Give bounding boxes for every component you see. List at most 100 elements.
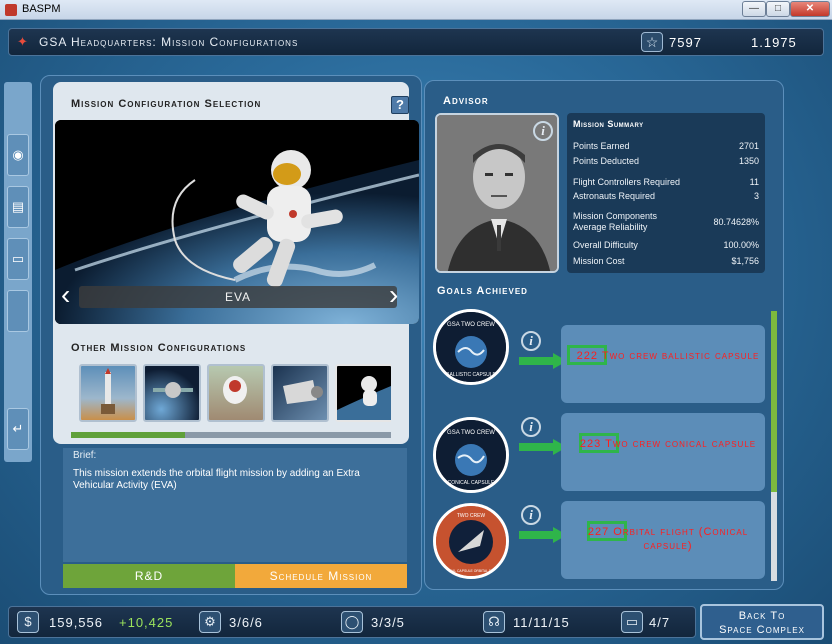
- money-value: 159,556: [49, 615, 103, 630]
- goal-arrow-icon: [519, 353, 567, 369]
- mission-config-panel: Mission Configuration Selection ? EVA ‹ …: [53, 82, 419, 444]
- other-configs-title: Other Mission Configurations: [71, 342, 247, 354]
- summary-row: Mission Cost $1,756: [573, 256, 759, 266]
- summary-row: Points Earned 2701: [573, 141, 759, 151]
- window-titlebar: BASPM — □ ✕: [0, 0, 832, 20]
- goal-text: 222 Two crew ballistic capsule: [575, 349, 761, 363]
- left-nav-strip: ◉ ▤ ▭ ↵: [4, 82, 32, 462]
- goal-number: 222: [576, 350, 599, 362]
- summary-value: 80.74628%: [713, 217, 759, 227]
- summary-row: Points Deducted 1350: [573, 156, 759, 166]
- return-icon[interactable]: ↵: [7, 408, 29, 450]
- advisor-frame: Advisor i Mission Summary Points Earned …: [424, 80, 784, 590]
- thumbnail-scroll-bar[interactable]: [71, 432, 391, 438]
- back-label-line2: Space Complex: [719, 624, 805, 636]
- info-icon[interactable]: i: [521, 331, 541, 351]
- capsule-docking-thumbnail[interactable]: [271, 364, 329, 422]
- summary-label: Overall Difficulty: [573, 240, 638, 250]
- badge-top-text: GSA TWO CREW: [447, 322, 495, 328]
- goal-number: 223: [579, 438, 602, 450]
- thumbnail-scroll-fill: [71, 432, 186, 438]
- thumbnail-row: [79, 364, 391, 426]
- info-icon[interactable]: i: [533, 121, 553, 141]
- summary-value: 2701: [738, 141, 759, 151]
- badge-bottom-text: CONICAL CAPSULE: [448, 480, 495, 486]
- goal-description: Two crew conical capsule: [605, 438, 757, 450]
- capsule-icon[interactable]: ◯: [341, 611, 363, 633]
- blank-tab-icon[interactable]: [7, 290, 29, 332]
- previous-arrow-icon[interactable]: ‹: [61, 281, 77, 310]
- brief-box: Brief: This mission extends the orbital …: [63, 448, 407, 562]
- gsa-logo-icon: ✦: [17, 34, 28, 49]
- goals-scroll-thumb[interactable]: [771, 311, 777, 492]
- document-icon[interactable]: ▤: [7, 186, 29, 228]
- help-button[interactable]: ?: [391, 96, 409, 114]
- summary-label: Flight Controllers Required: [573, 177, 681, 187]
- info-icon[interactable]: i: [521, 505, 541, 525]
- summary-row: Mission Components Average Reliability 8…: [573, 211, 759, 233]
- maximize-button[interactable]: □: [766, 1, 790, 17]
- satellite-thumbnail[interactable]: [143, 364, 201, 422]
- page-title: GSA Headquarters: Mission Configurations: [39, 35, 299, 49]
- goal-card[interactable]: 222 Two crew ballistic capsule: [561, 325, 765, 403]
- goal-badge-conical: GSA TWO CREW CONICAL CAPSULE: [433, 417, 509, 493]
- advisor-title: Advisor: [443, 95, 489, 107]
- goal-number: 227: [587, 526, 610, 538]
- headset-icon[interactable]: ☊: [483, 611, 505, 633]
- close-button[interactable]: ✕: [790, 1, 830, 17]
- rd-button[interactable]: R&D: [63, 564, 235, 588]
- goals-scrollbar[interactable]: [771, 311, 777, 581]
- game-area: ✦ GSA Headquarters: Mission Configuratio…: [0, 20, 832, 644]
- summary-value: 100.00%: [723, 240, 759, 250]
- game-date: 1.1975: [751, 35, 797, 50]
- folder-icon[interactable]: ▭: [621, 611, 643, 633]
- money-icon[interactable]: $: [17, 611, 39, 633]
- summary-label: Mission Cost: [573, 256, 625, 266]
- summary-row: Overall Difficulty 100.00%: [573, 240, 759, 250]
- advisor-portrait: i: [435, 113, 559, 273]
- rocket-launch-thumbnail[interactable]: [79, 364, 137, 422]
- goal-description: Orbital flight (Conical capsule): [613, 526, 749, 552]
- goal-card[interactable]: 223 Two crew conical capsule: [561, 413, 765, 491]
- prestige-points: 7597: [669, 35, 702, 50]
- mission-summary-panel: Mission Summary Points Earned 2701 Point…: [567, 113, 765, 273]
- goal-badge-ballistic: GSA TWO CREW BALLISTIC CAPSULE: [433, 309, 509, 385]
- badge-top-text: TWO CREW: [457, 513, 486, 519]
- minimize-button[interactable]: —: [742, 1, 766, 17]
- back-to-space-complex-button[interactable]: Back To Space Complex: [700, 604, 824, 640]
- summary-row: Astronauts Required 3: [573, 191, 759, 201]
- badge-top-text: GSA TWO CREW: [447, 430, 495, 436]
- eva-thumbnail[interactable]: [335, 364, 391, 422]
- money-delta: +10,425: [119, 615, 174, 630]
- mission-name-caption: EVA: [224, 290, 252, 304]
- info-icon[interactable]: i: [521, 417, 541, 437]
- app-icon: [5, 4, 17, 16]
- astronaut-capsule-thumbnail[interactable]: [207, 364, 265, 422]
- summary-value: $1,756: [731, 256, 759, 266]
- brief-label: Brief:: [73, 450, 97, 461]
- goal-card[interactable]: 227 Orbital flight (Conical capsule): [561, 501, 765, 579]
- radar-icon[interactable]: ◉: [7, 134, 29, 176]
- goal-arrow-icon: [519, 439, 567, 455]
- summary-title: Mission Summary: [573, 119, 644, 129]
- summary-value: 3: [753, 191, 759, 201]
- summary-row: Flight Controllers Required 11: [573, 177, 759, 187]
- headset-value: 11/11/15: [513, 615, 570, 630]
- next-arrow-icon[interactable]: ›: [389, 281, 405, 310]
- gear-icon[interactable]: ⚙: [199, 611, 221, 633]
- goal-description: Two crew ballistic capsule: [601, 350, 760, 362]
- summary-label: Points Deducted: [573, 156, 640, 166]
- star-icon[interactable]: ☆: [641, 32, 663, 52]
- brief-text: This mission extends the orbital flight …: [73, 468, 360, 491]
- goal-text: 223 Two crew conical capsule: [575, 437, 761, 451]
- goal-badge-orbital: TWO CREW CONICAL CAPSULE ORBITAL FLIGHT: [433, 503, 509, 579]
- capsule-value: 3/3/5: [371, 615, 405, 630]
- mission-config-frame: Mission Configuration Selection ? EVA ‹ …: [40, 75, 422, 595]
- schedule-mission-button[interactable]: Schedule Mission: [235, 564, 407, 588]
- window-title: BASPM: [22, 3, 61, 15]
- folder-icon[interactable]: ▭: [7, 238, 29, 280]
- summary-label: Points Earned: [573, 141, 630, 151]
- resource-bar: $ 159,556 +10,425 ⚙ 3/6/6 ◯ 3/3/5 ☊ 11/1…: [8, 606, 696, 638]
- summary-label: Mission Components Average Reliability: [573, 211, 658, 232]
- hero-caption-bar: EVA: [79, 286, 397, 308]
